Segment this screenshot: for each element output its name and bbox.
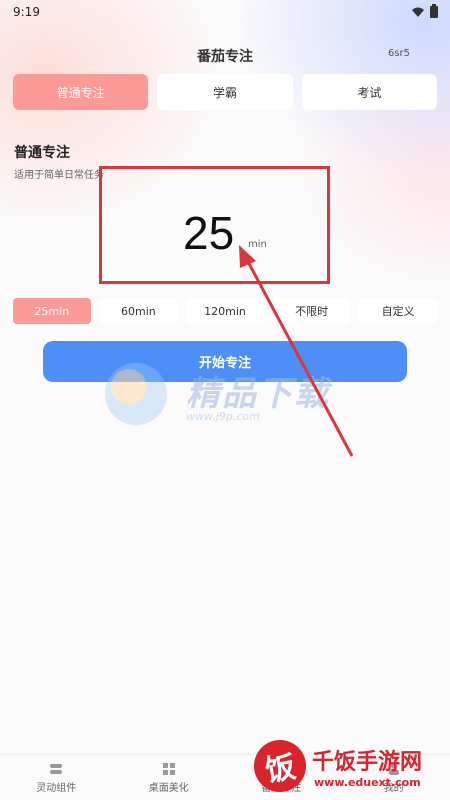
duration-60min[interactable]: 60min [99,298,178,324]
duration-unlimited[interactable]: 不限时 [272,298,351,324]
duration-custom[interactable]: 自定义 [359,298,437,324]
tab-label: 桌面美化 [148,782,189,794]
status-time: 9:19 [13,5,40,19]
duration-120min[interactable]: 120min [186,298,264,324]
watermark-j9p: 精品下载 www.j9p.com [100,352,390,442]
widget-icon [50,763,63,774]
tab-widgets[interactable]: 灵动组件 [0,755,113,800]
status-icons [412,4,438,18]
title-bar: 番茄专注 6sr5 [0,40,450,70]
watermark-site-name: 千饭手游网 [312,750,423,775]
grid-icon [162,762,175,775]
watermark-logo: 饭 [249,735,311,797]
tab-label: 灵动组件 [36,782,77,794]
annotation-highlight-box [99,166,330,284]
mode-tabs: 普通专注 学霸 考试 [13,74,437,110]
watermark-text: 精品下载 [186,374,330,414]
duration-options: 25min 60min 120min 不限时 自定义 [13,298,437,324]
tab-study-master[interactable]: 学霸 [157,74,293,110]
watermark-logo-icon [100,358,172,430]
battery-icon [430,4,438,18]
watermark-url: www.j9p.com [186,410,260,423]
version-label: 6sr5 [387,48,410,59]
section-title: 普通专注 [14,145,70,161]
wifi-icon [412,7,424,17]
watermark-site-url: www.eduext.com [314,776,421,789]
tab-normal-focus[interactable]: 普通专注 [13,74,149,110]
duration-25min[interactable]: 25min [13,298,91,324]
page-title: 番茄专注 [197,49,253,65]
tab-exam[interactable]: 考试 [301,74,437,110]
section-description: 适用于简单日常任务 [14,170,104,181]
watermark-qianfan: 饭 千饭手游网 www.eduext.com [249,735,450,800]
tab-desktop-beautify[interactable]: 桌面美化 [113,755,226,800]
status-bar: 9:19 [0,0,450,24]
